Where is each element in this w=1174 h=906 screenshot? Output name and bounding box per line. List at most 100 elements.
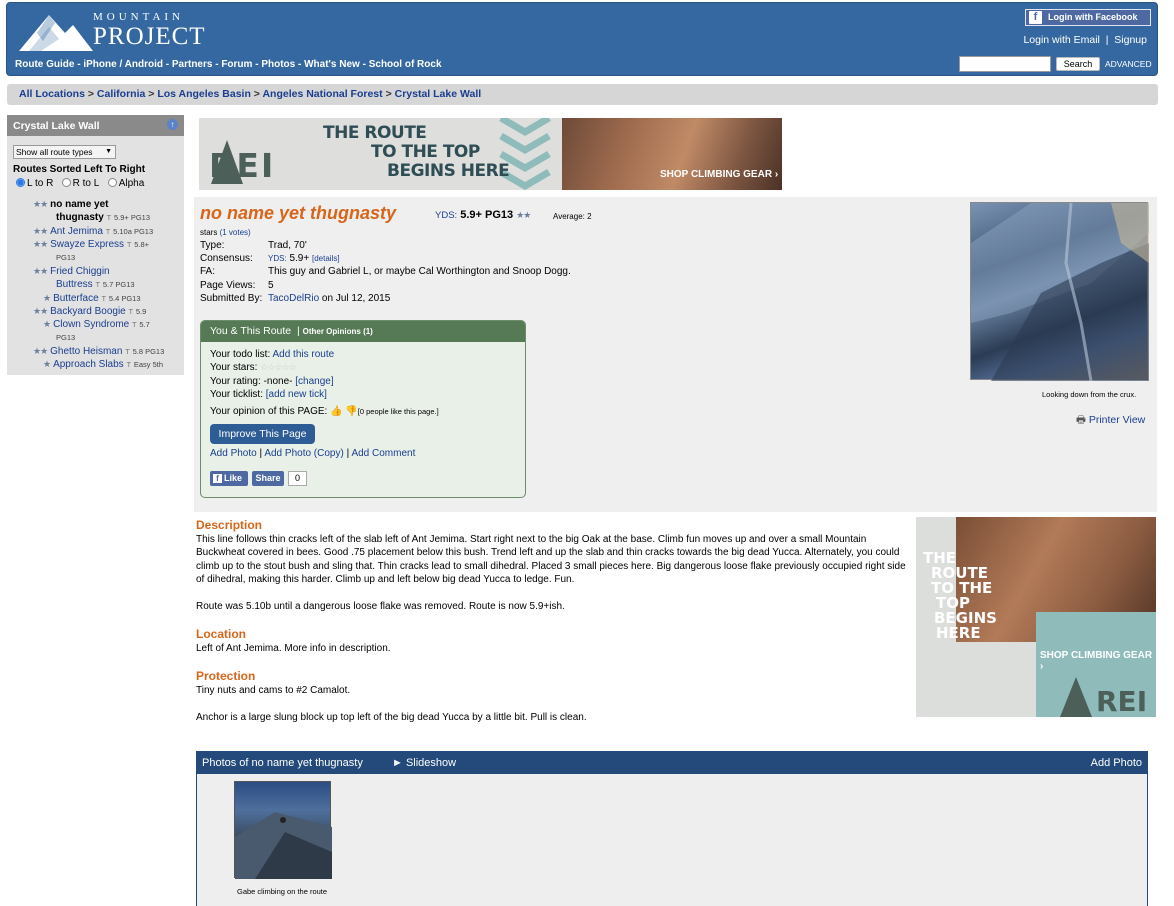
breadcrumb: All Locations > California > Los Angeles… [7,84,1158,105]
protection-text: Tiny nuts and cams to #2 Camalot. [196,685,351,696]
slideshow-link[interactable]: ► Slideshow [392,757,456,769]
ad-headline-1: THE ROUTE [323,123,427,143]
improve-page-button[interactable]: Improve This Page [210,424,315,444]
route-photo[interactable] [970,202,1149,382]
route-link[interactable]: Swayze Express [50,239,124,250]
photo-thumbnail[interactable] [234,781,332,879]
arrow-up-icon[interactable]: ↑ [167,119,178,130]
mountain-logo-icon[interactable] [15,7,95,55]
add-photo-link[interactable]: Add Photo [210,448,257,459]
facebook-share-button[interactable]: Share [252,471,284,486]
route-link[interactable]: Fried Chiggin [50,266,109,277]
nav-photos[interactable]: Photos [261,59,295,70]
yds-label[interactable]: YDS: [435,210,457,221]
sort-radio-alpha[interactable] [107,178,117,187]
route-link[interactable]: Ghetto Heisman [50,346,122,357]
star-icon: ★★ [33,266,48,276]
info-value: 5.9+ [289,253,310,264]
sidebar-route[interactable]: ★★ Fried Chiggin Buttress T 5.7 PG13 [33,265,135,291]
sidebar-route[interactable]: ★★ Ghetto Heisman T 5.8 PG13 [33,345,164,358]
search-button[interactable]: Search [1056,57,1100,71]
route-link[interactable]: Backyard Boogie [50,306,126,317]
login-email-link[interactable]: Login with Email [1023,34,1099,46]
change-rating-link[interactable]: [change] [295,376,333,387]
route-name: no name yet [50,199,109,210]
logo-text-project[interactable]: PROJECT [93,23,206,51]
sidebar-route[interactable]: ★ Butterface T 5.4 PG13 [43,292,141,305]
route-type: T [106,213,112,222]
breadcrumb-angeles-national-forest[interactable]: Angeles National Forest [262,88,382,100]
breadcrumb-california[interactable]: California [97,88,145,100]
other-opinions-link[interactable]: Other Opinions (1) [303,327,373,336]
sidebar-route[interactable]: ★★ Ant Jemima T 5.10a PG13 [33,225,153,238]
add-tick-link[interactable]: [add new tick] [266,389,327,400]
signup-link[interactable]: Signup [1114,34,1147,46]
votes-link[interactable]: (1 votes) [220,228,251,237]
sort-radio-r-to-l[interactable] [61,178,71,187]
breadcrumb-crystal-lake-wall[interactable]: Crystal Lake Wall [395,88,482,100]
nav-school-of-rock[interactable]: School of Rock [369,59,442,70]
facebook-login-label: Login with Facebook [1048,12,1138,22]
sort-radio-l-to-r[interactable] [16,178,25,187]
chevron-down-icon: ▼ [105,148,112,155]
route-grade: 5.8 PG13 [132,347,165,356]
sidebar-route[interactable]: ★ Approach Slabs T Easy 5th [43,358,163,371]
consensus-yds-link[interactable]: YDS: [268,254,287,263]
add-to-todo-link[interactable]: Add this route [272,349,334,360]
sidebar: Crystal Lake Wall ↑ Show all route types… [7,115,184,375]
advanced-search-link[interactable]: ADVANCED [1105,59,1152,69]
details-link[interactable]: [details] [312,254,340,263]
ad-headline-2: TO THE TOP [371,142,480,162]
printer-view-link[interactable]: 🖶 Printer View [1076,412,1145,430]
star-icon: ★ [43,293,51,303]
logo-text-mountain[interactable]: MOUNTAIN [93,11,184,23]
star-rating-input-icon[interactable]: ☆☆☆☆☆ [260,362,296,372]
you-box-title[interactable]: You & This Route [210,325,291,337]
add-photo-panel-link[interactable]: Add Photo [1091,757,1142,769]
ticklist-row: Your ticklist: [add new tick] [210,389,327,400]
sidebar-route[interactable]: ★★ Backyard Boogie T 5.9 [33,305,146,318]
route-grade-value: 5.9+ PG13 [460,209,514,221]
info-value: 5 [268,280,274,291]
nav-partners[interactable]: Partners [172,59,213,70]
route-link[interactable]: Butterface [53,293,99,304]
search-input[interactable] [959,56,1051,72]
protection-title: Protection [196,669,256,683]
ad-shop-link[interactable]: SHOP CLIMBING GEAR › [1040,650,1156,672]
stars-label: Your stars: [210,362,258,373]
info-label: FA: [200,266,216,277]
nav-iphone-android[interactable]: iPhone / Android [83,59,163,70]
opinion-count: [0 people like this page.] [357,407,439,416]
route-grade: 5.8+ [134,240,150,249]
submitter-link[interactable]: TacoDelRio [268,293,319,304]
breadcrumb-los-angeles-basin[interactable]: Los Angeles Basin [157,88,251,100]
ad-shop-link[interactable]: SHOP CLIMBING GEAR › [660,169,778,180]
route-link[interactable]: Approach Slabs [53,359,124,370]
ad-sidebar[interactable]: THE ROUTE TO THE TOP BEGINS HERE SHOP CL… [916,517,1156,717]
star-icon: ★ [43,319,51,329]
star-icon: ★★ [516,210,531,220]
route-link-2[interactable]: Buttress [56,279,93,290]
add-comment-link[interactable]: Add Comment [351,448,415,459]
sidebar-route[interactable]: ★★ Swayze Express T 5.8+ PG13 [33,238,183,264]
stars-row: Your stars: ☆☆☆☆☆ [210,362,297,373]
ad-banner[interactable]: REI THE ROUTE TO THE TOP BEGINS HERE SHO… [199,118,782,190]
route-grade: 5.9+ PG13 [113,213,151,222]
sidebar-title-text[interactable]: Crystal Lake Wall [13,120,100,132]
sidebar-route[interactable]: ★ Clown Syndrome T 5.7 PG13 [43,318,183,344]
thumbs-up-icon[interactable]: 👍 [330,406,342,417]
route-link[interactable]: Ant Jemima [50,226,103,237]
route-type-select[interactable]: Show all route types ▼ [13,145,116,159]
route-link[interactable]: Clown Syndrome [53,319,129,330]
nav-forum[interactable]: Forum [221,59,252,70]
add-photo-copy-link[interactable]: Add Photo (Copy) [264,448,344,459]
info-label: Type: [200,240,225,251]
breadcrumb-all-locations[interactable]: All Locations [19,88,85,100]
nav-route-guide[interactable]: Route Guide [15,59,74,70]
thumbs-down-icon[interactable]: 👎 [345,406,357,417]
facebook-like-button[interactable]: f Like [210,471,248,486]
info-row-type: Type: Trad, 70' [200,240,307,251]
facebook-login-button[interactable]: f Login with Facebook [1025,9,1151,26]
facebook-icon: f [1029,11,1042,24]
nav-whats-new[interactable]: What's New [304,59,360,70]
